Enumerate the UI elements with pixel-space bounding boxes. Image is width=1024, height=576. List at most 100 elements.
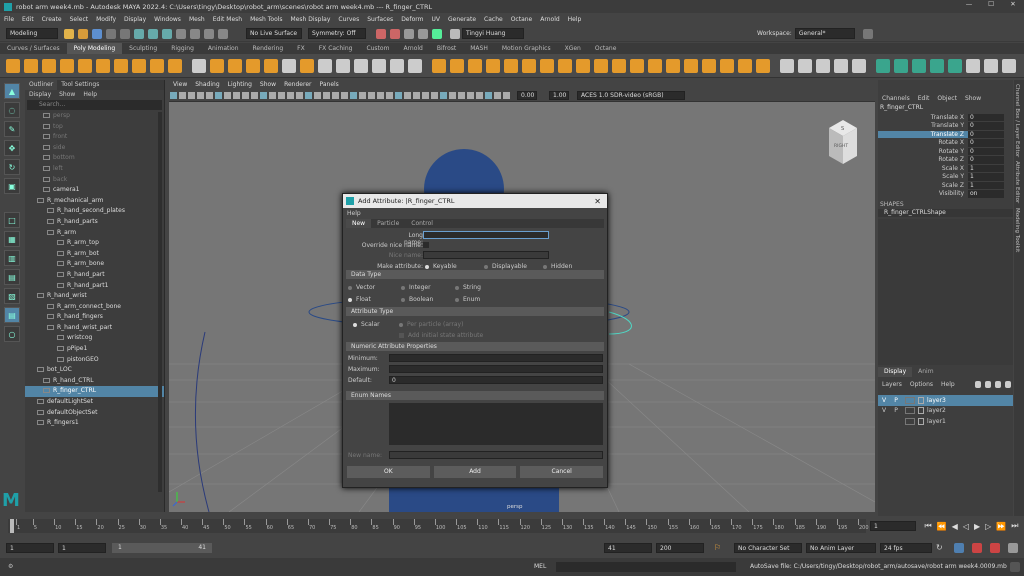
channel-row[interactable]: Rotate Z 0 [878,156,1013,165]
shelf-tool-29-icon[interactable] [522,58,536,73]
range-slider[interactable]: 1 41 [112,543,212,553]
shelf-tool-26-icon[interactable] [468,58,482,73]
viewport-tool-5-icon[interactable] [206,92,213,99]
menu-deform[interactable]: Deform [401,16,423,23]
enum-names-header[interactable]: Enum Names [346,391,604,400]
shelf-tool-43-icon[interactable] [780,58,794,73]
ok-button[interactable]: OK [347,466,430,478]
menu-edit[interactable]: Edit [22,16,34,23]
layer-up-icon[interactable] [974,380,981,388]
snap-surface-icon[interactable] [218,28,228,39]
per-particle-radio[interactable]: Per particle (array) [399,321,463,328]
viewport-menu-lighting[interactable]: Lighting [228,80,252,90]
keyable-radio[interactable]: Keyable [425,263,457,270]
shelf-tool-6-icon[interactable] [96,58,110,73]
minimum-input[interactable] [389,354,603,362]
outliner-item[interactable]: pPipe1 [25,344,164,355]
layer-color-swatch[interactable] [905,417,915,425]
shelf-tab-motion-graphics[interactable]: Motion Graphics [495,43,558,54]
shelf-tool-54-icon[interactable] [984,58,998,73]
save-scene-icon[interactable] [92,28,102,39]
viewport-tool-32-icon[interactable] [449,92,456,99]
outliner-menu-display[interactable]: Display [29,90,51,99]
shelf-tool-8-icon[interactable] [132,58,146,73]
shelf-tab-poly-modeling[interactable]: Poly Modeling [66,43,123,54]
shelf-tool-51-icon[interactable] [930,58,944,73]
channel-value[interactable]: 0 [968,113,1004,121]
menu-windows[interactable]: Windows [154,16,181,23]
viewport-tool-1-icon[interactable] [170,92,177,99]
snap-point-icon[interactable] [204,28,214,39]
menu-generate[interactable]: Generate [448,16,476,23]
dialog-tab-new[interactable]: New [346,219,372,228]
menu-create[interactable]: Create [42,16,62,23]
string-radio[interactable]: String [455,284,481,291]
maximize-button[interactable]: ☐ [980,0,1002,8]
move-tool-icon[interactable]: ✥ [4,140,20,156]
command-language-label[interactable]: MEL [534,563,546,570]
shelf-tool-27-icon[interactable] [486,58,500,73]
shelf-tab-mash[interactable]: MASH [463,43,495,54]
shelf-tool-49-icon[interactable] [894,58,908,73]
shelf-tool-21-icon[interactable] [372,58,386,73]
nice-name-input[interactable] [423,251,549,259]
menu-uv[interactable]: UV [432,16,441,23]
select-component-icon[interactable] [162,28,172,39]
outliner-item[interactable]: R_hand_part [25,270,164,281]
dialog-close-icon[interactable]: ✕ [594,197,601,206]
outliner-tab-tool-settings[interactable]: Tool Settings [57,80,103,90]
shelf-tool-46-icon[interactable] [834,58,848,73]
close-button[interactable]: ✕ [1002,0,1024,8]
menu-surfaces[interactable]: Surfaces [367,16,393,23]
shelf-tab-custom[interactable]: Custom [359,43,396,54]
viewport-menu-renderer[interactable]: Renderer [284,80,311,90]
shelf-tool-3-icon[interactable] [42,58,56,73]
menu-mesh-display[interactable]: Mesh Display [291,16,331,23]
viewport-tool-13-icon[interactable] [278,92,285,99]
outliner-item[interactable]: R_hand_fingers [25,312,164,323]
layer-playback-toggle[interactable]: P [890,407,902,414]
lasso-tool-icon[interactable]: ◌ [4,102,20,118]
numeric-properties-header[interactable]: Numeric Attribute Properties [346,342,604,351]
viewport-menu-shading[interactable]: Shading [195,80,219,90]
fps-dropdown[interactable]: 24 fps [880,543,932,553]
viewport-tool-31-icon[interactable] [440,92,447,99]
shelf-tool-19-icon[interactable] [336,58,350,73]
viewport-tool-21-icon[interactable] [350,92,357,99]
channel-value[interactable]: on [968,190,1004,198]
viewport-tool-11-icon[interactable] [260,92,267,99]
current-frame-field[interactable]: 1 [870,521,916,531]
channel-menu-show[interactable]: Show [965,95,981,102]
enum-names-list[interactable] [389,403,603,445]
ipr-render-icon[interactable] [390,28,400,39]
search-icon[interactable]: ○ [4,326,20,342]
layer-menu-layers[interactable]: Layers [882,381,902,388]
channel-menu-object[interactable]: Object [937,95,957,102]
exposure-field[interactable]: 0.00 [517,91,537,100]
dialog-tab-particle[interactable]: Particle [371,219,405,228]
menu-select[interactable]: Select [70,16,89,23]
shelf-tool-4-icon[interactable] [60,58,74,73]
select-hierarchy-icon[interactable] [134,28,144,39]
shelf-tool-15-icon[interactable] [264,58,278,73]
channel-value[interactable]: 0 [968,139,1004,147]
gamma-field[interactable]: 1.00 [549,91,569,100]
viewport-tool-14-icon[interactable] [287,92,294,99]
outliner-item[interactable]: R_hand_CTRL [25,376,164,387]
viewport-tool-22-icon[interactable] [359,92,366,99]
viewport-tool-30-icon[interactable] [431,92,438,99]
menu-help[interactable]: Help [568,16,582,23]
snap-curve-icon[interactable] [190,28,200,39]
arnold-renderview-icon[interactable] [432,28,442,39]
outliner-item[interactable]: wristcog [25,333,164,344]
channel-row[interactable]: Rotate Y 0 [878,147,1013,156]
outliner-item[interactable]: pistonGEO [25,355,164,366]
outliner-menu-help[interactable]: Help [83,90,97,99]
render-frame-icon[interactable] [376,28,386,39]
key-preferences-icon[interactable] [954,543,964,553]
outliner-item[interactable]: R_hand_wrist_part [25,323,164,334]
viewport-tool-20-icon[interactable] [341,92,348,99]
dialog-tab-control[interactable]: Control [405,219,439,228]
default-input[interactable]: 0 [389,376,603,384]
shelf-tab-fx-caching[interactable]: FX Caching [312,43,360,54]
